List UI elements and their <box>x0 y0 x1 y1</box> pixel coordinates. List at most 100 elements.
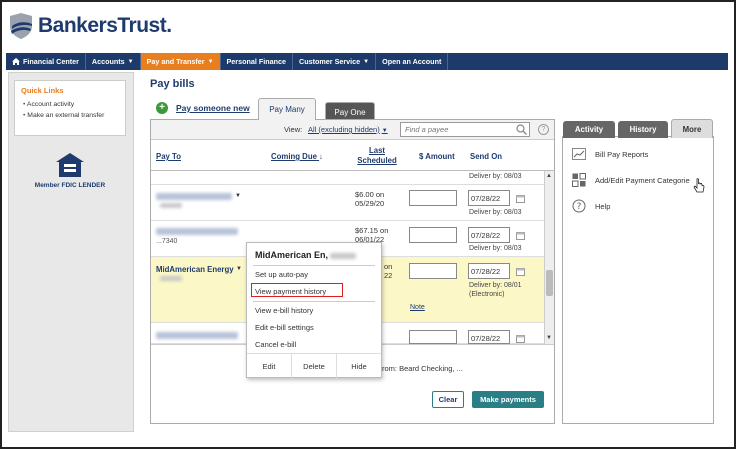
send-on-date-input[interactable]: 07/28/22 <box>468 330 510 344</box>
payee-name-redacted[interactable] <box>156 228 238 235</box>
last-scheduled-amount: on <box>384 262 393 271</box>
caret-down-icon: ▼ <box>207 58 214 65</box>
tab-activity[interactable]: Activity <box>563 121 615 138</box>
hide-button[interactable]: Hide <box>337 354 381 378</box>
menu-view-payment-history[interactable]: View payment history <box>255 287 326 296</box>
nav-personal-finance[interactable]: Personal Finance <box>221 53 294 70</box>
pay-someone-new-label: Pay someone new <box>176 103 250 113</box>
scroll-thumb[interactable] <box>546 270 553 296</box>
fdic-label: Member FDIC LENDER <box>34 182 106 189</box>
col-coming-due[interactable]: Coming Due ↓ <box>271 152 323 161</box>
menu-cancel-ebill[interactable]: Cancel e-bill <box>255 340 296 349</box>
menu-set-up-auto-pay[interactable]: Set up auto-pay <box>255 270 308 279</box>
mouse-pointer-icon <box>693 178 705 193</box>
edit-button[interactable]: Edit <box>247 354 292 378</box>
calendar-icon[interactable] <box>516 194 525 203</box>
account-redacted <box>160 203 182 208</box>
svg-text:?: ? <box>577 202 582 212</box>
col-amount: $ Amount <box>419 152 455 161</box>
col-coming-due-label: Coming Due <box>271 152 317 161</box>
find-payee-input[interactable] <box>400 122 530 137</box>
tab-pay-many[interactable]: Pay Many <box>258 98 316 120</box>
col-last-label-2: Scheduled <box>357 155 397 165</box>
table-scrollbar[interactable] <box>544 171 554 344</box>
popup-title: MidAmerican En, <box>255 250 357 260</box>
categories-icon <box>572 173 586 187</box>
menu-edit-ebill-settings[interactable]: Edit e-bill settings <box>255 323 314 332</box>
nav-customer-service[interactable]: Customer Service ▼ <box>293 53 377 70</box>
make-payments-button[interactable]: Make payments <box>472 391 544 408</box>
nav-label: Financial Center <box>23 57 79 66</box>
sort-arrow-down-icon: ↓ <box>319 152 323 161</box>
pay-from-account[interactable]: rom: Beard Checking, ... <box>382 364 463 373</box>
caret-down-icon: ▼ <box>363 58 370 65</box>
help-label: Help <box>595 201 611 211</box>
send-on-date-input[interactable]: 07/28/22 <box>468 190 510 206</box>
help-link[interactable]: ? Help <box>572 199 610 213</box>
popup-actions: Edit Delete Hide <box>247 353 381 378</box>
view-label: View: <box>284 125 303 134</box>
col-last-scheduled[interactable]: Last Scheduled <box>357 146 397 165</box>
add-edit-categories-link[interactable]: Add/Edit Payment Categorie <box>572 173 690 187</box>
nav-pay-and-transfer[interactable]: Pay and Transfer ▼ <box>140 53 221 70</box>
calendar-icon[interactable] <box>516 334 525 343</box>
popup-divider <box>253 301 375 302</box>
quick-link-account-activity[interactable]: Account activity <box>23 101 119 108</box>
calendar-icon[interactable] <box>516 231 525 240</box>
deliver-by-date: Deliver by: 08/01 <box>469 282 522 289</box>
search-icon[interactable] <box>516 124 527 135</box>
nav-open-account[interactable]: Open an Account <box>376 53 449 70</box>
caret-down-icon: ▼ <box>381 128 388 134</box>
payee-name-redacted[interactable] <box>156 332 238 339</box>
clear-button[interactable]: Clear <box>432 391 464 408</box>
popup-divider <box>253 265 375 266</box>
amount-input[interactable] <box>409 263 457 279</box>
quick-link-external-transfer[interactable]: Make an external transfer <box>23 112 119 119</box>
deliver-by: Deliver by: 08/03 <box>469 245 522 252</box>
caret-down-icon: ▼ <box>127 58 134 65</box>
home-icon <box>12 58 20 65</box>
tab-history[interactable]: History <box>618 121 668 138</box>
bill-pay-reports-label: Bill Pay Reports <box>595 149 649 159</box>
col-send-on: Send On <box>470 152 503 161</box>
quick-links-box: Quick Links Account activity Make an ext… <box>14 80 126 136</box>
amount-input[interactable] <box>409 190 457 206</box>
nav-accounts[interactable]: Accounts ▼ <box>86 53 141 70</box>
payee-menu-caret-icon[interactable]: ▼ <box>235 193 241 199</box>
nav-label: Pay and Transfer <box>146 57 205 66</box>
note-link[interactable]: Note <box>410 304 425 311</box>
amount-input[interactable] <box>409 227 457 243</box>
pay-someone-new-link[interactable]: + Pay someone new <box>156 102 250 114</box>
menu-view-ebill-history[interactable]: View e-bill history <box>255 306 313 315</box>
scroll-up-icon[interactable]: ▲ <box>546 173 552 179</box>
bill-pay-reports-link[interactable]: Bill Pay Reports <box>572 147 648 161</box>
add-edit-categories-label: Add/Edit Payment Categorie <box>595 175 690 185</box>
send-on-date-input[interactable]: 07/28/22 <box>468 227 510 243</box>
payee-name-redacted[interactable] <box>156 193 232 200</box>
equal-housing-icon <box>56 153 84 177</box>
amount-input[interactable] <box>409 330 457 344</box>
delete-button[interactable]: Delete <box>292 354 337 378</box>
payee-name[interactable]: MidAmerican Energy <box>156 265 234 274</box>
popup-title-text: MidAmerican En, <box>255 250 329 260</box>
last-scheduled-amount: $6.00 on <box>355 190 385 199</box>
deliver-by: Deliver by: 08/01 (Electronic) <box>469 281 522 299</box>
brand-logo[interactable]: BankersTrust. <box>8 12 172 40</box>
deliver-by: Deliver by: 08/03 <box>469 209 522 216</box>
nav-label: Open an Account <box>382 57 442 66</box>
payee-menu-caret-icon[interactable]: ▼ <box>236 266 242 272</box>
send-on-date-input[interactable]: 07/28/22 <box>468 263 510 279</box>
help-icon[interactable]: ? <box>538 124 549 135</box>
fdic-lender-badge: Member FDIC LENDER <box>20 152 120 189</box>
scroll-down-icon[interactable]: ▼ <box>546 335 552 341</box>
col-last-label-1: Last <box>368 146 386 155</box>
nav-label: Personal Finance <box>226 57 287 66</box>
col-pay-to[interactable]: Pay To <box>156 152 181 161</box>
view-filter-dropdown[interactable]: All (excluding hidden) ▼ <box>308 125 388 134</box>
nav-financial-center[interactable]: Financial Center <box>6 53 86 70</box>
calendar-icon[interactable] <box>516 267 525 276</box>
shield-logo-icon <box>10 13 32 39</box>
brand-dot: . <box>166 14 172 37</box>
account-redacted <box>160 276 182 281</box>
tab-more[interactable]: More <box>671 119 713 138</box>
